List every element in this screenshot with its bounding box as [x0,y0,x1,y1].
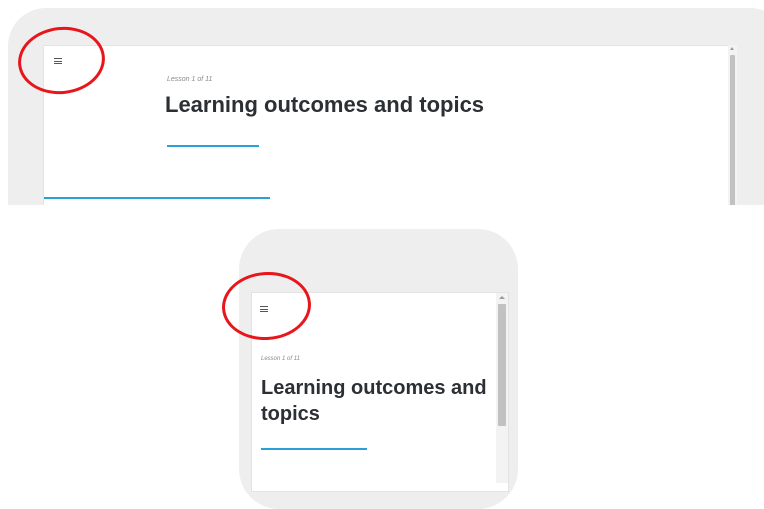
scrollbar-thumb[interactable] [730,55,735,205]
title-underline [261,448,367,450]
hamburger-menu-icon[interactable] [54,56,64,66]
hamburger-menu-icon[interactable] [260,304,270,314]
lesson-title: Learning outcomes and topics [165,92,485,117]
tablet-screen [43,45,737,205]
lesson-counter: Lesson 1 of 11 [261,356,300,362]
tablet-scrollbar[interactable] [728,45,737,205]
lesson-counter: Lesson 1 of 11 [167,76,213,83]
tablet-view: Lesson 1 of 11 Learning outcomes and top… [0,0,764,205]
active-tab-indicator [44,197,270,199]
title-underline [167,145,259,147]
scroll-up-arrow-icon[interactable] [499,296,505,299]
phone-scrollbar[interactable] [496,293,508,483]
scroll-up-arrow-icon[interactable] [730,47,734,50]
lesson-title: Learning outcomes and topics [261,377,487,425]
scrollbar-thumb[interactable] [498,304,506,426]
